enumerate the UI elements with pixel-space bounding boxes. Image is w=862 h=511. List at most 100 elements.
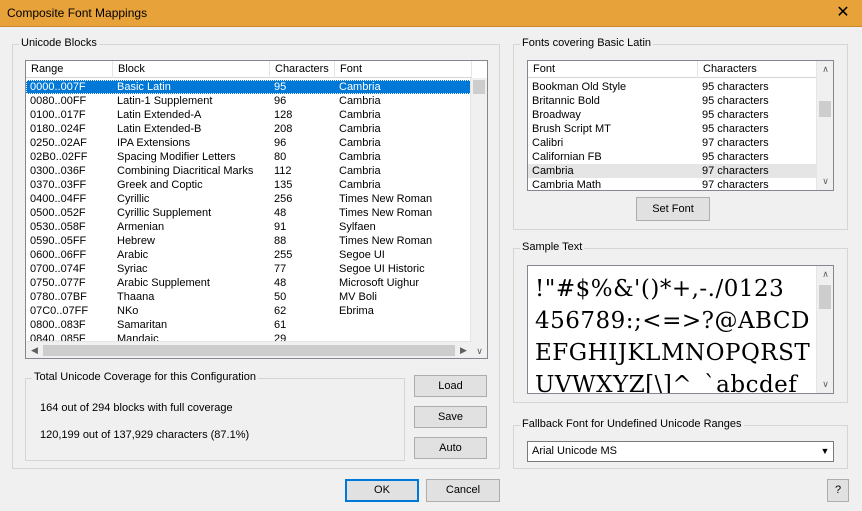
list-item[interactable]: Broadway 95 characters (528, 108, 818, 122)
font-cell: Times New Roman (339, 193, 433, 205)
scroll-down-icon[interactable]: ∨ (471, 343, 487, 358)
characters-cell: 112 (274, 165, 292, 177)
characters-cell: 48 (274, 207, 287, 219)
table-row[interactable]: 0800..083F Samaritan 61 (26, 318, 472, 332)
range-cell: 0000..007F (30, 81, 86, 93)
table-row[interactable]: 02B0..02FF Spacing Modifier Letters 80 Camb… (26, 150, 472, 164)
chevron-down-icon[interactable]: ▼ (816, 442, 833, 461)
sample-text-line: UVWXYZ[\]^_`abcdef (535, 372, 798, 394)
characters-cell: 80 (274, 151, 287, 163)
range-cell: 0600..06FF (30, 249, 87, 261)
table-row[interactable]: 0300..036F Combining Diacritical Marks 112… (26, 164, 472, 178)
ok-button[interactable]: OK (345, 479, 419, 502)
fonts-covering-vscroll[interactable]: ∧ ∨ (816, 61, 833, 190)
sample-text-legend: Sample Text (520, 241, 585, 253)
table-row[interactable]: 0100..017F Latin Extended-A 128 Cambria (26, 108, 472, 122)
cancel-button[interactable]: Cancel (426, 479, 500, 502)
column-header-font[interactable]: Font (528, 61, 698, 78)
title-bar: Composite Font Mappings ✕ (0, 0, 862, 27)
character-count-cell: 97 characters (702, 137, 769, 149)
character-count-cell: 95 characters (702, 123, 769, 135)
scroll-up-icon[interactable]: ∧ (817, 266, 833, 283)
block-cell: Cyrillic (117, 193, 150, 205)
scroll-down-icon[interactable]: ∨ (817, 376, 833, 393)
font-cell: Cambria (339, 165, 381, 177)
help-button[interactable]: ? (827, 479, 849, 502)
character-count-cell: 95 characters (702, 95, 769, 107)
sample-text-line: 456789:;<=>?@ABCD (535, 308, 810, 334)
list-item[interactable]: Calibri 97 characters (528, 136, 818, 150)
block-cell: Armenian (117, 221, 165, 233)
table-row[interactable]: 0600..06FF Arabic 255 Segoe UI (26, 248, 472, 262)
character-count-cell: 95 characters (702, 81, 769, 93)
table-row[interactable]: 0400..04FF Cyrillic 256 Times New Roman (26, 192, 472, 206)
unicode-blocks-legend: Unicode Blocks (19, 37, 99, 49)
close-icon[interactable]: ✕ (832, 3, 854, 23)
range-cell: 0530..058F (30, 221, 86, 233)
unicode-blocks-list[interactable]: Range Block Characters Font 0000..007F Ba… (25, 60, 488, 359)
column-header-characters[interactable]: Characters (270, 61, 335, 78)
list-item[interactable]: Britannic Bold 95 characters (528, 94, 818, 108)
vscroll-thumb[interactable] (473, 80, 485, 94)
load-button[interactable]: Load (414, 375, 487, 397)
table-row[interactable]: 0370..03FF Greek and Coptic 135 Cambria (26, 178, 472, 192)
list-item[interactable]: Bookman Old Style 95 characters (528, 80, 818, 94)
auto-button[interactable]: Auto (414, 437, 487, 459)
fallback-font-value: Arial Unicode MS (532, 445, 617, 457)
coverage-characters-text: 120,199 out of 137,929 characters (87.1%… (40, 429, 250, 441)
font-name-cell: Bookman Old Style (532, 81, 627, 93)
characters-cell: 62 (274, 305, 287, 317)
characters-cell: 96 (274, 95, 287, 107)
set-font-button[interactable]: Set Font (636, 197, 710, 221)
font-cell (335, 318, 472, 332)
unicode-blocks-vscroll[interactable]: ∨ (470, 78, 487, 358)
table-row[interactable]: 0180..024F Latin Extended-B 208 Cambria (26, 122, 472, 136)
fallback-font-select[interactable]: Arial Unicode MS ▼ (527, 441, 834, 462)
block-cell: Hebrew (117, 235, 155, 247)
table-row[interactable]: 0500..052F Cyrillic Supplement 48 Times New… (26, 206, 472, 220)
list-item[interactable]: Cambria 97 characters (528, 164, 818, 178)
font-name-cell: Cambria Math (532, 179, 602, 191)
table-row[interactable]: 0000..007F Basic Latin 95 Cambria (26, 80, 472, 94)
coverage-legend: Total Unicode Coverage for this Configur… (32, 371, 258, 383)
sample-text-vscroll[interactable]: ∧ ∨ (816, 266, 833, 393)
character-count-cell: 95 characters (702, 151, 769, 163)
scroll-left-icon[interactable]: ◀ (26, 342, 43, 358)
characters-cell: 50 (274, 291, 287, 303)
scroll-down-icon[interactable]: ∨ (817, 173, 833, 190)
table-row[interactable]: 0780..07BF Thaana 50 MV Boli (26, 290, 472, 304)
scroll-right-icon[interactable]: ▶ (455, 342, 472, 358)
unicode-blocks-hscroll[interactable]: ◀ ▶ (26, 341, 472, 358)
table-row[interactable]: 0700..074F Syriac 77 Segoe UI Historic (26, 262, 472, 276)
block-cell: Cyrillic Supplement (117, 207, 212, 219)
coverage-group: Total Unicode Coverage for this Configur… (25, 371, 405, 461)
table-row[interactable]: 0080..00FF Latin-1 Supplement 96 Cambria (26, 94, 472, 108)
font-cell: Cambria (339, 179, 381, 191)
save-button[interactable]: Save (414, 406, 487, 428)
block-cell: Latin Extended-A (117, 109, 202, 121)
characters-cell: 256 (274, 193, 293, 205)
character-count-cell: 97 characters (702, 179, 769, 191)
table-row[interactable]: 0530..058F Armenian 91 Sylfaen (26, 220, 472, 234)
fonts-covering-list[interactable]: Font Characters Bookman Old Style 95 char… (527, 60, 834, 191)
range-cell: 0100..017F (30, 109, 86, 121)
column-header-font[interactable]: Font (335, 61, 472, 78)
font-cell: Cambria (339, 95, 381, 107)
column-header-range[interactable]: Range (26, 61, 113, 78)
scroll-up-icon[interactable]: ∧ (817, 61, 833, 78)
table-row[interactable]: 0250..02AF IPA Extensions 96 Cambria (26, 136, 472, 150)
vscroll-thumb[interactable] (819, 285, 831, 309)
list-item[interactable]: Brush Script MT 95 characters (528, 122, 818, 136)
block-cell: Syriac (117, 263, 148, 275)
column-header-characters[interactable]: Characters (698, 61, 818, 78)
table-row[interactable]: 0750..077F Arabic Supplement 48 Microsoft U… (26, 276, 472, 290)
hscroll-thumb[interactable] (43, 345, 455, 356)
vscroll-thumb[interactable] (819, 101, 831, 117)
list-item[interactable]: Cambria Math 97 characters (528, 178, 818, 191)
list-item[interactable]: Californian FB 95 characters (528, 150, 818, 164)
table-row[interactable]: 0590..05FF Hebrew 88 Times New Roman (26, 234, 472, 248)
column-header-block[interactable]: Block (113, 61, 270, 78)
table-row[interactable]: 07C0..07FF NKo 62 Ebrima (26, 304, 472, 318)
characters-cell: 48 (274, 277, 287, 289)
coverage-blocks-text: 164 out of 294 blocks with full coverage (40, 402, 233, 414)
